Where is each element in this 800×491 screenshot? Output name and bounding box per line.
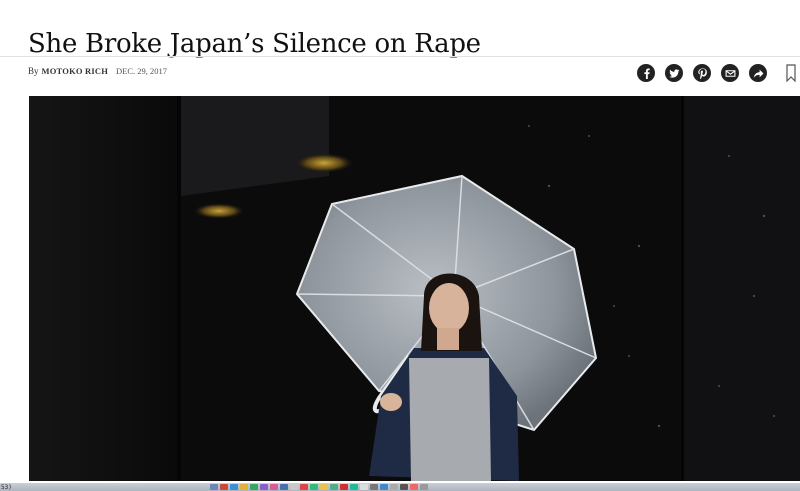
publish-date: DEC. 29, 2017 — [116, 66, 168, 76]
email-icon — [725, 69, 735, 77]
taskbar-app-icon[interactable] — [250, 484, 258, 490]
twitter-icon — [668, 68, 680, 78]
taskbar-app-icon[interactable] — [230, 484, 238, 490]
taskbar-app-icon[interactable] — [280, 484, 288, 490]
byline: By MOTOKO RICH DEC. 29, 2017 — [28, 66, 167, 76]
taskbar-app-icon[interactable] — [270, 484, 278, 490]
taskbar-app-icon[interactable] — [300, 484, 308, 490]
share-arrow-icon — [753, 69, 763, 78]
taskbar-app-icon[interactable] — [210, 484, 218, 490]
taskbar-app-icon[interactable] — [320, 484, 328, 490]
taskbar-app-icon[interactable] — [370, 484, 378, 490]
email-share-button[interactable] — [721, 64, 739, 82]
taskbar-app-icon[interactable] — [240, 484, 248, 490]
more-share-button[interactable] — [749, 64, 767, 82]
taskbar-app-icon[interactable] — [380, 484, 388, 490]
taskbar-app-icon[interactable] — [420, 484, 428, 490]
facebook-icon — [643, 67, 650, 79]
taskbar-app-icon[interactable] — [390, 484, 398, 490]
bookmark-icon[interactable] — [786, 64, 796, 82]
byline-prefix: By — [28, 66, 39, 76]
pinterest-icon — [697, 67, 707, 79]
taskbar-app-icon[interactable] — [340, 484, 348, 490]
os-taskbar: 53) — [0, 483, 800, 491]
lead-photo — [29, 96, 800, 481]
taskbar-app-icon[interactable] — [350, 484, 358, 490]
taskbar-app-icon[interactable] — [310, 484, 318, 490]
article-headline: She Broke Japan’s Silence on Rape — [28, 29, 481, 60]
facebook-share-button[interactable] — [637, 64, 655, 82]
pinterest-share-button[interactable] — [693, 64, 711, 82]
taskbar-app-icon[interactable] — [330, 484, 338, 490]
share-toolbar — [637, 64, 767, 82]
author-link[interactable]: MOTOKO RICH — [42, 66, 109, 76]
taskbar-app-icon[interactable] — [290, 484, 298, 490]
taskbar-clock: 53) — [1, 483, 12, 491]
taskbar-app-icon[interactable] — [400, 484, 408, 490]
taskbar-app-icon[interactable] — [260, 484, 268, 490]
header-divider — [0, 56, 800, 57]
taskbar-app-icon[interactable] — [220, 484, 228, 490]
twitter-share-button[interactable] — [665, 64, 683, 82]
taskbar-app-icon[interactable] — [410, 484, 418, 490]
taskbar-app-icon[interactable] — [360, 484, 368, 490]
taskbar-apps — [210, 483, 428, 491]
